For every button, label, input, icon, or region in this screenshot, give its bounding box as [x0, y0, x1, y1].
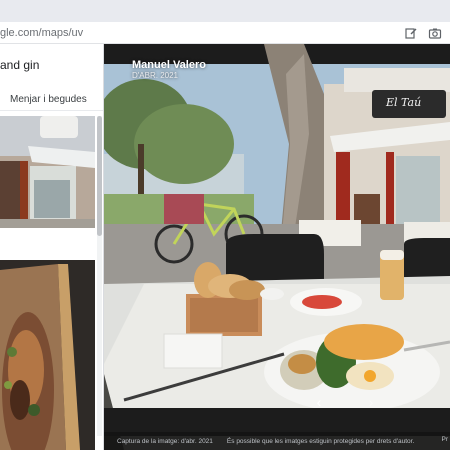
photo-thumbnail-food[interactable] — [0, 260, 95, 450]
caption-right-text[interactable]: Pr — [442, 436, 449, 443]
scrollbar-thumb[interactable] — [97, 116, 102, 236]
url-path: /maps/uv — [38, 26, 84, 39]
browser-tab-strip — [0, 0, 450, 22]
place-sidebar: and gin Menjar i begudes — [0, 44, 104, 450]
previous-photo-button[interactable]: ‹ — [312, 394, 326, 410]
camera-icon[interactable] — [428, 26, 442, 40]
next-photo-button[interactable]: › — [364, 394, 378, 410]
capture-date: Captura de la imatge: d'abr. 2021 — [117, 437, 213, 445]
tab-food-drinks[interactable]: Menjar i begudes — [10, 94, 87, 105]
photo-thumbnail-storefront[interactable] — [0, 116, 95, 228]
chevron-left-icon: ‹ — [316, 394, 322, 410]
photo-author[interactable]: Manuel Valero — [132, 59, 206, 71]
photo-caption-bar: Captura de la imatge: d'abr. 2021 És pos… — [104, 432, 450, 450]
place-title: and gin — [0, 58, 40, 72]
chevron-right-icon: › — [368, 394, 374, 410]
sidebar-scrollbar[interactable] — [97, 116, 102, 436]
url-text[interactable]: gle.com/maps/uv — [0, 27, 83, 39]
url-prefix: gle.com — [0, 26, 39, 39]
divider — [0, 110, 103, 111]
street-photo-viewer[interactable]: El Taú — [104, 44, 450, 450]
copyright-notice: És possible que les imatges estiguin pro… — [226, 437, 415, 445]
edit-icon[interactable] — [404, 26, 418, 40]
shop-sign: El Taú — [386, 96, 422, 109]
photo-date: D'ABR. 2021 — [132, 71, 178, 80]
address-bar[interactable]: gle.com/maps/uv — [0, 22, 450, 44]
